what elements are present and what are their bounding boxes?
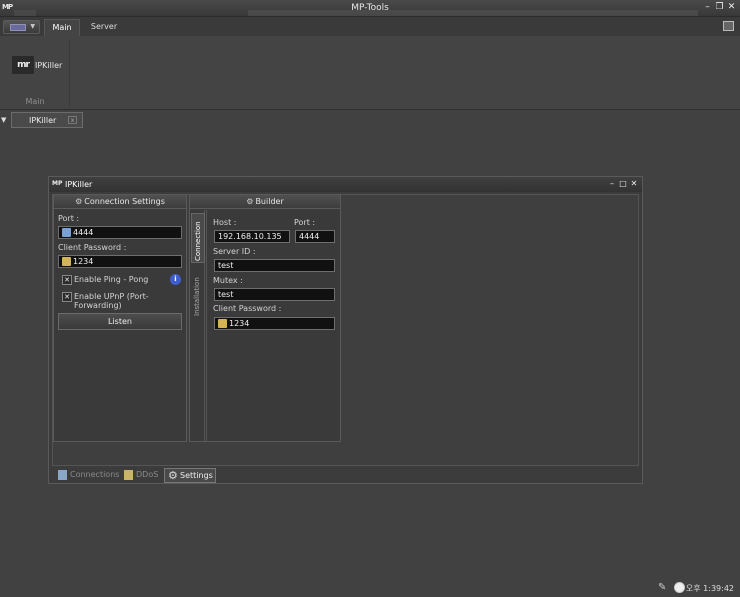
child-title-bar: MP IPKiller – □ ✕ [49, 177, 642, 192]
connections-icon [58, 470, 67, 480]
network-tray-icon[interactable]: ✎ [658, 582, 669, 593]
connection-settings-header: ⚙ Connection Settings [54, 195, 186, 209]
info-icon[interactable]: i [170, 274, 181, 285]
tab-connection[interactable]: Connection [191, 213, 205, 263]
ipkiller-logo-icon: mr [12, 56, 34, 74]
builder-password-field[interactable]: 1234 [214, 317, 335, 330]
close-tab-icon[interactable]: x [68, 116, 77, 124]
enable-ping-checkbox[interactable]: ✕ [62, 275, 72, 285]
ribbon-group-label: Main [25, 97, 45, 106]
password-value: 1234 [73, 257, 94, 266]
status-bar: ✎ 오후 1:39:42 [0, 578, 740, 597]
doc-tab-label: IPKiller [29, 116, 57, 125]
port-value: 4444 [73, 228, 94, 237]
client-password-field[interactable]: 1234 [58, 255, 182, 268]
builder-panel: ⚙ Builder Connection Installation Host : … [189, 194, 341, 442]
minimize-icon[interactable]: – [608, 179, 616, 189]
enable-upnp-label: Enable UPnP (Port-Forwarding) [74, 292, 149, 310]
enable-ping-label: Enable Ping - Pong [74, 275, 149, 284]
maximize-icon[interactable]: □ [619, 179, 627, 189]
builder-vertical-tabs: Connection Installation [191, 210, 205, 441]
panel-title: Connection Settings [84, 197, 165, 206]
gear-icon: ⚙ [246, 197, 254, 206]
server-id-label: Server ID : [213, 247, 256, 256]
builder-content: Host : Port : 192.168.10.135 4444 Server… [206, 210, 340, 441]
minimize-icon[interactable]: – [703, 2, 712, 13]
tab-list-dropdown-icon[interactable]: ▼ [1, 113, 10, 127]
client-password-label: Client Password : [58, 243, 127, 252]
builder-password-value: 1234 [229, 319, 250, 328]
builder-port-field[interactable]: 4444 [295, 230, 335, 243]
panel-title: Builder [255, 197, 284, 206]
host-field[interactable]: 192.168.10.135 [214, 230, 290, 243]
gear-icon: ⚙ [168, 469, 178, 482]
key-icon [62, 257, 71, 266]
key-icon [218, 319, 227, 328]
builder-header: ⚙ Builder [190, 195, 340, 209]
document-tab-strip: ▼ IPKiller x [0, 110, 740, 130]
server-id-field[interactable]: test [214, 259, 335, 272]
builder-password-label: Client Password : [213, 304, 282, 313]
ribbon-panel: mr IPKiller Main [0, 36, 740, 110]
ddos-icon [124, 470, 133, 480]
ipkiller-button-label: IPKiller [35, 61, 63, 70]
tab-ddos[interactable]: DDoS [121, 468, 161, 483]
close-icon[interactable]: ✕ [727, 2, 736, 13]
child-window-title: IPKiller [65, 180, 93, 189]
builder-port-label: Port : [294, 218, 316, 227]
tab-main[interactable]: Main [44, 19, 80, 36]
ipkiller-small-icon: MP [52, 180, 63, 187]
tab-connections[interactable]: Connections [55, 468, 119, 483]
clock-time: 오후 1:39:42 [685, 584, 734, 593]
application-menu-button[interactable]: ▼ [3, 20, 40, 34]
ribbon-options-icon[interactable] [723, 21, 734, 31]
tab-connections-label: Connections [70, 470, 120, 479]
chevron-down-icon: ▼ [30, 23, 35, 30]
close-icon[interactable]: ✕ [630, 179, 638, 189]
ribbon-tab-bar: ▼ Main Server [0, 17, 740, 36]
tab-settings[interactable]: ⚙ Settings [164, 468, 216, 483]
ribbon-group-divider [69, 40, 70, 106]
window-title: MP-Tools [351, 3, 389, 13]
restore-icon[interactable]: ❐ [715, 2, 724, 13]
doc-tab-ipkiller[interactable]: IPKiller x [11, 112, 83, 128]
port-field[interactable]: 4444 [58, 226, 182, 239]
mutex-field[interactable]: test [214, 288, 335, 301]
window-controls: – ❐ ✕ [703, 2, 736, 13]
clock-tray-icon[interactable] [674, 582, 685, 593]
port-icon [62, 228, 71, 237]
host-label: Host : [213, 218, 237, 227]
app-menu-icon [10, 24, 26, 31]
child-window-controls: – □ ✕ [608, 179, 638, 189]
title-bar: MP MP-Tools – ❐ ✕ [0, 0, 740, 17]
tab-ddos-label: DDoS [136, 470, 159, 479]
mutex-label: Mutex : [213, 276, 243, 285]
tab-connection-label: Connection [194, 221, 202, 261]
ipkiller-ribbon-button[interactable]: mr IPKiller [9, 53, 63, 77]
enable-upnp-checkbox[interactable]: ✕ [62, 292, 72, 302]
tab-installation-label: Installation [193, 277, 201, 316]
port-label: Port : [58, 214, 80, 223]
connection-settings-panel: ⚙ Connection Settings Port : 4444 Client … [53, 194, 187, 442]
tab-settings-label: Settings [180, 471, 213, 480]
tab-installation[interactable]: Installation [191, 268, 205, 318]
tab-server[interactable]: Server [84, 19, 124, 36]
gear-icon: ⚙ [75, 197, 83, 206]
listen-button[interactable]: Listen [58, 313, 182, 330]
